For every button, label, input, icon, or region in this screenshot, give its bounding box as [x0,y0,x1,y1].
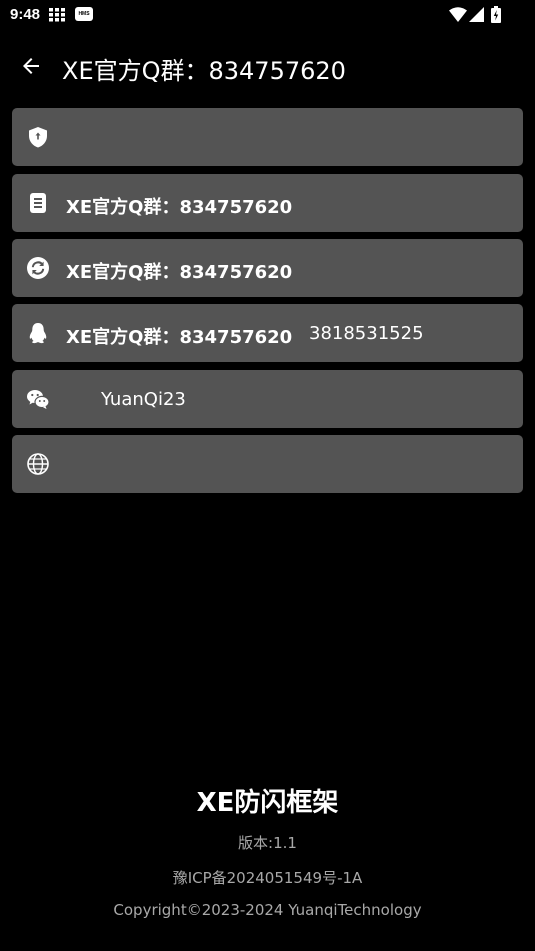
wechat-id: YuanQi23 [101,389,186,410]
icp-text: 豫ICP备2024051549号-1A [172,869,363,887]
wechat-icon [27,390,50,409]
hms-icon: HMS [75,7,93,21]
document-icon [30,193,46,213]
status-bar: 9:48 HMS [0,0,535,30]
card-document[interactable]: XE官方Q群：834757620 [12,174,523,232]
arrow-left-icon[interactable] [19,54,43,78]
grid-icon [49,8,65,22]
shield-icon [29,127,47,148]
signal-icon [469,7,484,22]
card-label: XE官方Q群：834757620 [66,262,293,283]
card-shield[interactable] [12,108,523,166]
wifi-icon [449,7,467,22]
battery-charging-icon [491,6,501,23]
card-globe[interactable] [12,435,523,493]
card-label: XE官方Q群：834757620 [66,327,293,348]
card-qq[interactable]: XE官方Q群：834757620 3818531525 [12,304,523,362]
page-title: XE官方Q群：834757620 [62,57,346,85]
version-text: 版本:1.1 [238,834,297,852]
qq-icon [29,323,47,344]
card-label: XE官方Q群：834757620 [66,197,293,218]
copyright-text: Copyright©2023-2024 YuanqiTechnology [113,901,422,919]
refresh-icon [27,257,49,279]
app-name: XE防闪框架 [196,788,339,818]
card-refresh[interactable]: XE官方Q群：834757620 [12,239,523,297]
status-time: 9:48 [10,6,41,23]
globe-icon [27,453,49,475]
card-wechat[interactable]: YuanQi23 [12,370,523,428]
qq-number: 3818531525 [309,323,424,344]
app-bar: XE官方Q群：834757620 [0,40,535,96]
